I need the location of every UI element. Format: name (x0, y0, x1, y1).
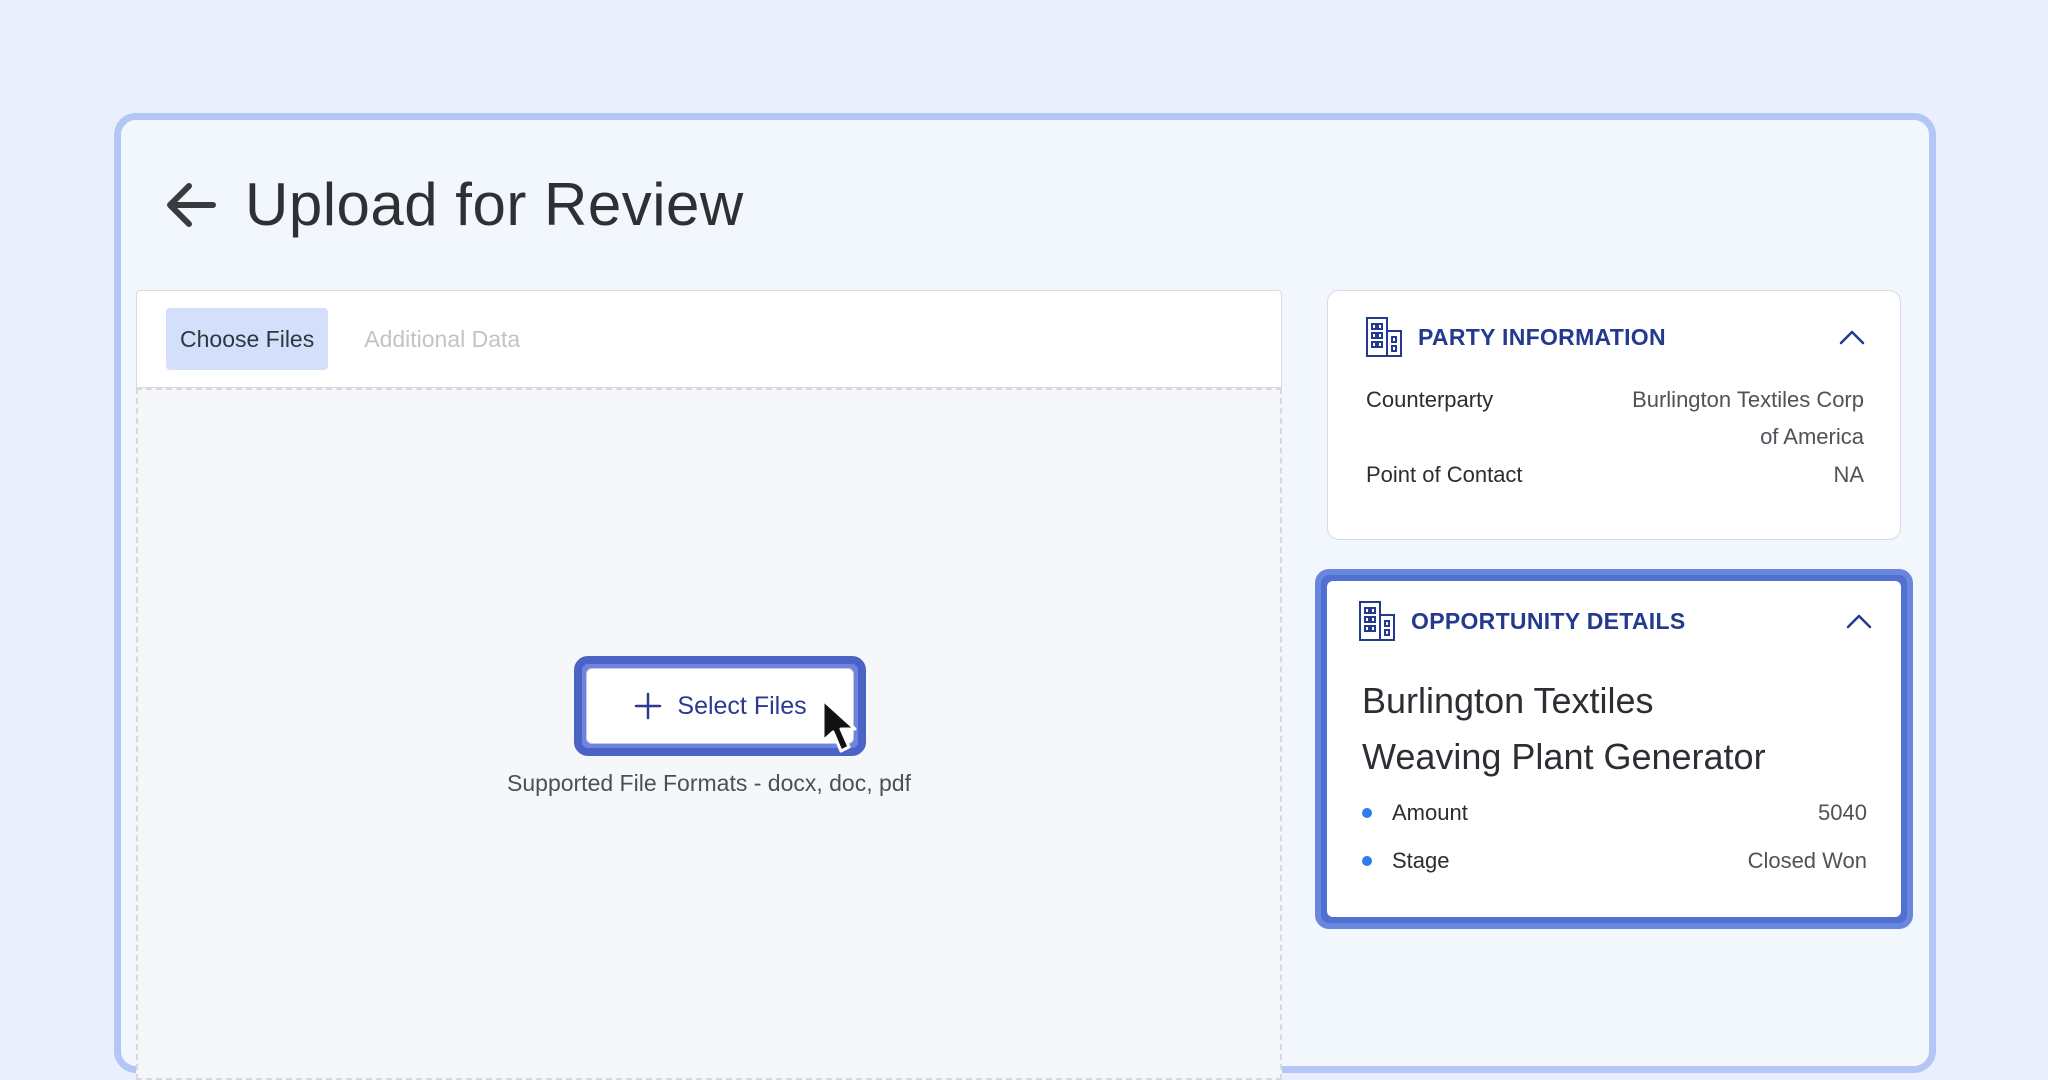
supported-formats-text: Supported File Formats - docx, doc, pdf (507, 770, 911, 796)
upload-pane: Choose Files Additional Data Select File… (136, 290, 1282, 1080)
select-files-button[interactable]: Select Files (586, 668, 854, 744)
select-files-label: Select Files (677, 691, 807, 720)
bullet-dot (1362, 856, 1372, 866)
point-of-contact-label: Point of Contact (1366, 462, 1523, 487)
opportunity-card-header[interactable]: OPPORTUNITY DETAILS (1357, 599, 1873, 643)
chevron-up-icon[interactable] (1838, 327, 1866, 347)
page-title: Upload for Review (245, 171, 744, 238)
upload-window: Upload for Review Choose Files Additiona… (114, 113, 1936, 1080)
opportunity-name-line2: Weaving Plant Generator (1362, 736, 1766, 777)
opportunity-details-card: OPPORTUNITY DETAILS Burlington Textiles … (1327, 581, 1901, 917)
counterparty-value-line2: of America (1760, 424, 1864, 449)
opportunity-name-line1: Burlington Textiles (1362, 680, 1654, 721)
opportunity-name: Burlington Textiles Weaving Plant Genera… (1362, 673, 1842, 785)
tabs-bar: Choose Files Additional Data (136, 290, 1282, 388)
point-of-contact-row: Point of Contact NA (1366, 456, 1864, 493)
file-dropzone[interactable]: Select Files Supported File Formats - do… (136, 388, 1282, 1080)
counterparty-value: Burlington Textiles Corp of America (1632, 381, 1864, 455)
bullet-dot (1362, 808, 1372, 818)
counterparty-value-line1: Burlington Textiles Corp (1632, 387, 1864, 412)
party-card-header[interactable]: PARTY INFORMATION (1364, 315, 1866, 359)
amount-value: 5040 (1818, 800, 1867, 825)
stage-value: Closed Won (1747, 848, 1867, 873)
opportunity-card-title: OPPORTUNITY DETAILS (1411, 607, 1686, 634)
opportunity-details-highlight: OPPORTUNITY DETAILS Burlington Textiles … (1315, 569, 1913, 929)
party-information-card: PARTY INFORMATION Counterparty Burlingto… (1327, 290, 1901, 540)
plus-icon (635, 692, 662, 720)
stage-row: Stage Closed Won (1362, 848, 1867, 874)
stage-label: Stage (1392, 848, 1450, 873)
point-of-contact-value: NA (1833, 462, 1864, 487)
amount-row: Amount 5040 (1362, 800, 1867, 826)
mouse-pointer-icon (821, 698, 857, 753)
tab-additional-data[interactable]: Additional Data (350, 308, 534, 370)
page-header: Upload for Review (161, 170, 744, 239)
arrow-left-icon[interactable] (161, 175, 221, 235)
building-icon (1366, 317, 1402, 357)
tab-choose-files[interactable]: Choose Files (166, 308, 329, 370)
chevron-up-icon[interactable] (1845, 611, 1873, 631)
counterparty-label: Counterparty (1366, 387, 1494, 412)
counterparty-row: Counterparty Burlington Textiles Corp of… (1366, 381, 1864, 455)
amount-label: Amount (1392, 800, 1468, 825)
party-card-title: PARTY INFORMATION (1418, 323, 1666, 350)
building-icon (1359, 601, 1395, 641)
